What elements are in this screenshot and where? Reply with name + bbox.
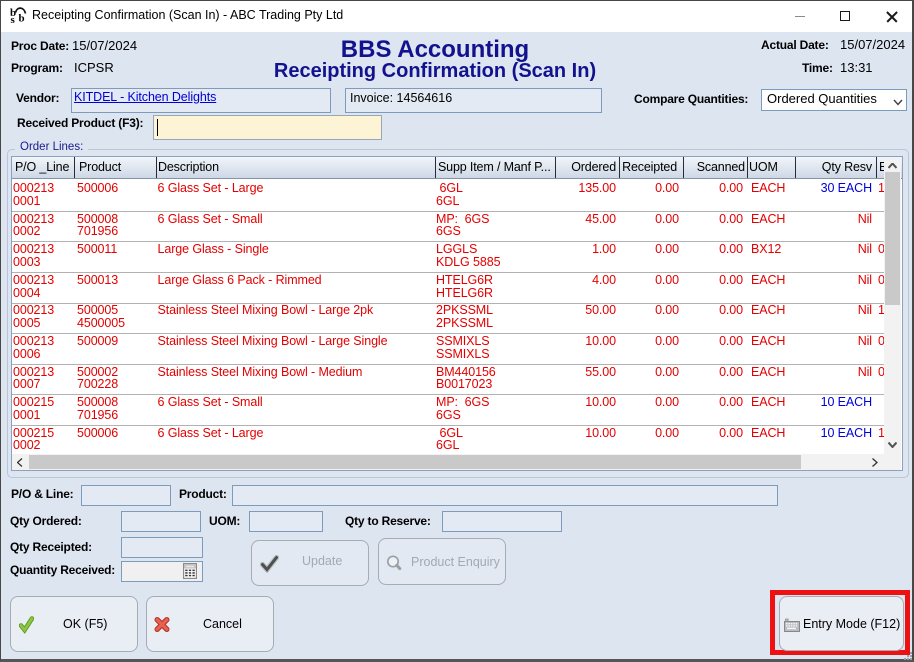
svg-text:s: s [11,14,16,24]
svg-text:b: b [19,13,25,25]
